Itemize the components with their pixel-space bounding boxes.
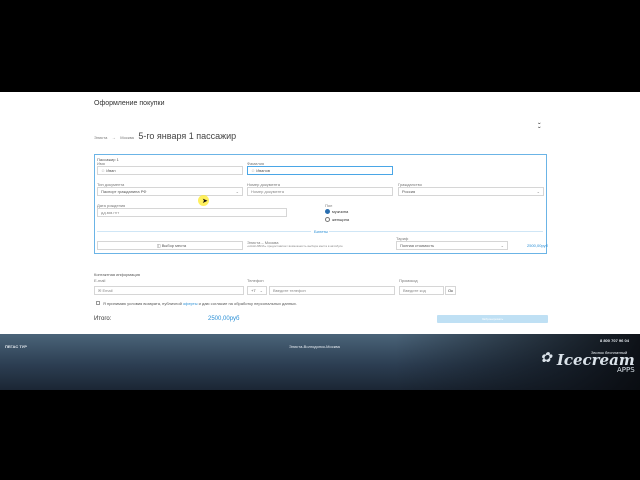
citizenship-select[interactable]: Россия ⌄	[398, 187, 544, 196]
mail-icon: ✉	[98, 288, 102, 293]
watermark-logo: ✿ Icecream APPS	[540, 350, 635, 374]
first-name-field[interactable]: ☺ Иван	[97, 166, 243, 175]
gender-label: Пол	[325, 203, 333, 208]
book-button[interactable]: Забронировать	[437, 315, 548, 323]
mouse-cursor-icon: ➤	[202, 198, 208, 205]
last-name-field[interactable]: ☺ Иванов	[247, 166, 393, 175]
checkout-page: Оформление покупки Элиста → Москва 5-го …	[0, 92, 640, 334]
chevron-down-icon: ⌄	[235, 189, 239, 194]
promo-field[interactable]: Введите код	[399, 286, 444, 295]
route-summary: 5-го января 1 пассажир	[138, 131, 237, 141]
chevron-down-icon: ⌄	[500, 243, 504, 248]
chevron-down-icon: ⌄	[259, 288, 263, 293]
trip-note: «НАШ АВИА» предоставляет возможность выб…	[247, 244, 343, 248]
doc-number-field[interactable]: Номер документа	[247, 187, 393, 196]
email-field[interactable]: ✉ Email	[94, 286, 244, 295]
total-label: Итого:	[94, 316, 112, 322]
footer-route: Элиста-Волгодонск-Москва	[289, 344, 340, 349]
tariff-select[interactable]: Полная стоимость ⌄	[396, 241, 508, 250]
passenger-price: 2500,00руб	[527, 243, 548, 248]
chevron-down-icon: ⌄	[536, 189, 540, 194]
phone-label: Телефон	[247, 278, 264, 283]
footer-phone[interactable]: 8 800 707 96 04	[600, 338, 629, 343]
bus-icon: ◫	[156, 243, 161, 248]
contacts-header: Контактная информация	[94, 272, 140, 277]
terms-text: Я принимаю условия возврата, публичной о…	[103, 301, 298, 306]
radio-unchecked-icon	[325, 217, 330, 223]
doc-type-select[interactable]: Паспорт гражданина РФ ⌄	[97, 187, 243, 196]
collapse-chevron-icon[interactable]: ˇˇ	[538, 123, 541, 135]
route-to: Москва	[120, 135, 134, 140]
footer-brand: ПЕГАС ТУР	[5, 344, 27, 349]
route-from: Элиста	[94, 135, 108, 140]
user-icon: ☺	[101, 168, 106, 173]
offer-link[interactable]: оферты	[183, 301, 198, 306]
promo-ok-button[interactable]: Ок	[445, 286, 456, 295]
gender-male-option[interactable]: мужчина	[325, 209, 348, 215]
passenger-panel: Пассажир 1 Имя ☺ Иван Фамилия ☺ Иванов Т…	[94, 154, 548, 254]
phone-code-select[interactable]: +7 ⌄	[247, 286, 267, 295]
seat-select-button[interactable]: ◫ Выбор места	[97, 241, 243, 250]
separator-right	[329, 231, 543, 232]
route-header: Элиста → Москва 5-го января 1 пассажир	[94, 126, 236, 144]
phone-field[interactable]: Введите телефон	[269, 286, 395, 295]
user-icon: ☺	[251, 168, 256, 173]
icecream-icon: ✿	[540, 350, 552, 366]
terms-checkbox[interactable]	[96, 301, 100, 305]
gender-female-option[interactable]: женщина	[325, 217, 349, 223]
separator-left	[97, 231, 311, 232]
total-value: 2500,00руб	[208, 316, 240, 322]
route-arrow: →	[111, 135, 116, 140]
tickets-separator-label: Билеты	[314, 229, 328, 234]
page-title: Оформление покупки	[94, 100, 165, 107]
promo-label: Промокод	[399, 278, 418, 283]
email-label: E-mail	[94, 278, 106, 283]
radio-checked-icon	[325, 209, 330, 215]
birth-date-field[interactable]: дд.мм.гггг	[97, 208, 287, 217]
